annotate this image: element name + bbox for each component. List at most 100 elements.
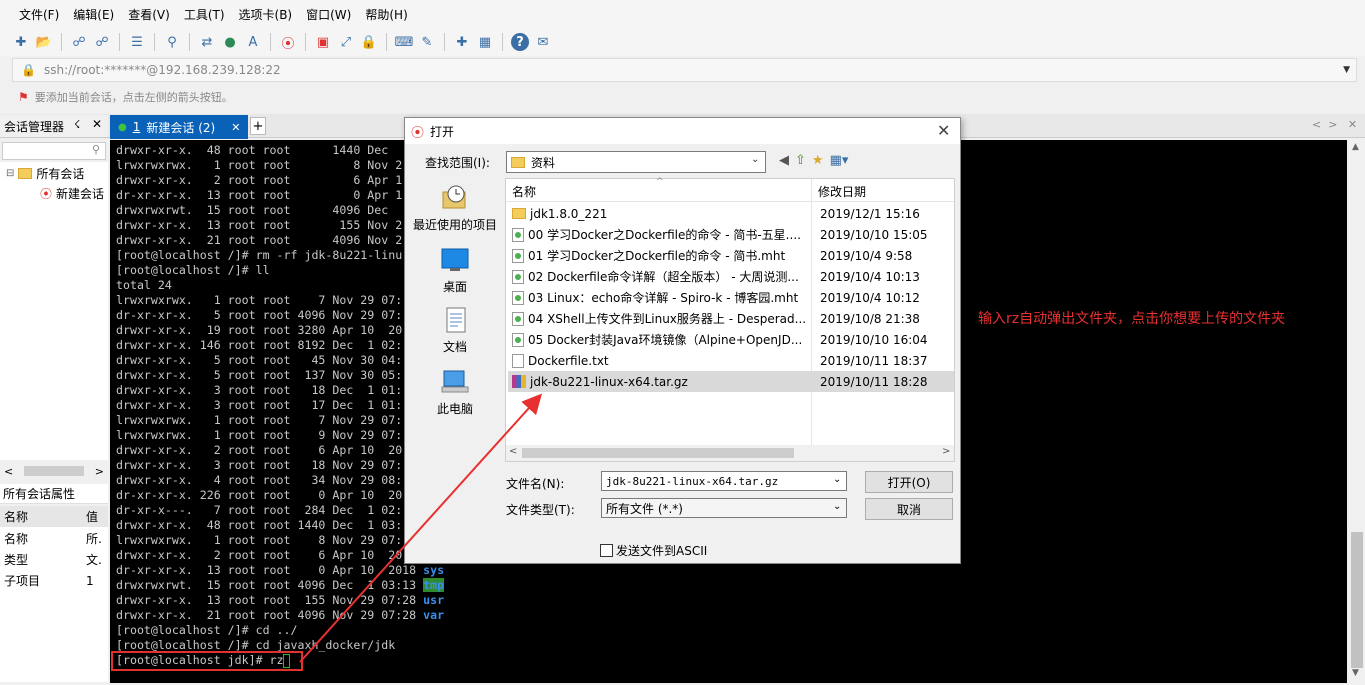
- scrollbar-thumb[interactable]: [24, 466, 84, 476]
- file-row[interactable]: 00 学习Docker之Dockerfile的命令 - 简书-五星.... 201…: [508, 224, 954, 245]
- tab-close-icon[interactable]: ✕: [231, 121, 240, 134]
- column-header-name[interactable]: 名称: [512, 183, 536, 200]
- chevron-down-icon[interactable]: ⌄: [833, 501, 841, 512]
- menu-item[interactable]: 帮助(H): [358, 6, 414, 23]
- properties-icon[interactable]: ☰: [128, 33, 146, 51]
- back-icon[interactable]: ◀: [779, 153, 789, 168]
- file-row[interactable]: 03 Linux：echo命令详解 - Spiro-k - 博客园.mht 201…: [508, 287, 954, 308]
- terminal-line-text: drwxr-xr-x. 3 root root 17 Dec 1 01:: [116, 398, 403, 412]
- toolbar-separator: [270, 33, 271, 51]
- tab-index: 1: [132, 120, 141, 134]
- tree-item-new-session[interactable]: ⦿ 新建会话: [40, 185, 104, 202]
- highlight-icon[interactable]: ✎: [418, 33, 436, 51]
- lock-icon[interactable]: 🔒: [360, 33, 378, 51]
- open-folder-icon[interactable]: 📂: [35, 33, 53, 51]
- new-session-icon[interactable]: ✚: [12, 33, 30, 51]
- place-desktop[interactable]: 桌面: [409, 246, 501, 295]
- column-header-date[interactable]: 修改日期: [818, 183, 866, 200]
- chevron-down-icon[interactable]: ⌄: [833, 474, 841, 485]
- view-menu-icon[interactable]: ▦▾: [830, 153, 849, 168]
- directory-name: tmp: [423, 578, 445, 592]
- menu-item[interactable]: 选项卡(B): [232, 6, 300, 23]
- address-dropdown-icon[interactable]: ▼: [1343, 65, 1350, 75]
- globe-icon[interactable]: ●: [221, 33, 239, 51]
- menu-item[interactable]: 文件(F): [12, 6, 66, 23]
- sort-arrow-icon: ^: [656, 177, 664, 187]
- help-icon[interactable]: ?: [511, 33, 529, 51]
- pin-icon[interactable]: ☇: [74, 118, 80, 131]
- file-row[interactable]: jdk1.8.0_221 2019/12/1 15:16: [508, 203, 954, 224]
- filename-input[interactable]: jdk-8u221-linux-x64.tar.gz: [601, 471, 847, 491]
- properties-header: 名称 值: [0, 506, 108, 527]
- up-folder-icon[interactable]: ⇧: [795, 153, 806, 168]
- add-tab-button[interactable]: +: [250, 117, 266, 135]
- file-row[interactable]: 01 学习Docker之Dockerfile的命令 - 简书.mht 2019/1…: [508, 245, 954, 266]
- scrollbar-thumb[interactable]: [1351, 532, 1363, 668]
- file-row[interactable]: 04 XShell上传文件到Linux服务器上 - Desperad... 201…: [508, 308, 954, 329]
- close-icon[interactable]: ✕: [92, 117, 102, 131]
- tab-new-session[interactable]: ● 1 新建会话 (2) ✕: [110, 115, 248, 139]
- scrollbar-thumb[interactable]: [522, 448, 794, 458]
- menu-item[interactable]: 查看(V): [121, 6, 177, 23]
- toolbar-separator: [305, 33, 306, 51]
- file-row[interactable]: 05 Docker封装Java环境镜像（Alpine+OpenJD... 2019…: [508, 329, 954, 350]
- keyboard-icon[interactable]: ⌨: [395, 33, 414, 51]
- toolbar-separator: [61, 33, 62, 51]
- tree-item-all-sessions[interactable]: ⊟ 所有会话: [6, 165, 84, 182]
- checkbox-box[interactable]: [600, 544, 613, 557]
- session-tree-scrollbar[interactable]: < >: [0, 462, 108, 480]
- menu-item[interactable]: 编辑(E): [66, 6, 121, 23]
- tab-nav-arrows[interactable]: < > ✕: [1312, 118, 1357, 131]
- scroll-right-icon[interactable]: >: [942, 446, 950, 457]
- look-in-select[interactable]: 资料: [506, 151, 766, 173]
- new-folder-icon[interactable]: ★: [812, 153, 824, 168]
- search-icon[interactable]: ⚲: [92, 143, 100, 156]
- scroll-left-icon[interactable]: <: [509, 446, 517, 457]
- session-search-input[interactable]: [2, 142, 106, 160]
- cancel-button[interactable]: 取消: [865, 498, 953, 520]
- close-icon[interactable]: ✕: [937, 121, 950, 140]
- bookmark-arrow-icon[interactable]: ⚑: [18, 90, 29, 104]
- terminal-line-text: drwxr-xr-x. 13 root root 155 Nov 2: [116, 218, 403, 232]
- xftp-icon[interactable]: ⦿: [279, 33, 297, 52]
- terminal-line-text: drwxr-xr-x. 5 root root 137 Nov 30 05:: [116, 368, 403, 382]
- send-ascii-checkbox[interactable]: 发送文件到ASCII: [600, 542, 707, 559]
- terminal-line-text: [root@localhost /]# ll: [116, 263, 270, 277]
- terminal-line-text: drwxr-xr-x. 2 root root 6 Apr 1: [116, 173, 403, 187]
- file-row[interactable]: 02 Dockerfile命令详解（超全版本） - 大周说测... 2019/10…: [508, 266, 954, 287]
- scroll-left-icon[interactable]: <: [4, 465, 13, 478]
- scroll-down-icon[interactable]: ▼: [1352, 668, 1359, 678]
- place-documents[interactable]: 文档: [409, 306, 501, 355]
- chevron-down-icon[interactable]: ⌄: [751, 154, 759, 165]
- xshell-icon[interactable]: ▣: [314, 33, 332, 51]
- collapse-icon[interactable]: ⊟: [6, 168, 14, 179]
- reconnect-icon[interactable]: ☍: [93, 33, 111, 51]
- chat-icon[interactable]: ✉: [534, 33, 552, 51]
- open-button[interactable]: 打开(O): [865, 471, 953, 493]
- menu-item[interactable]: 窗口(W): [299, 6, 358, 23]
- transfer-icon[interactable]: ⇄: [198, 33, 216, 51]
- scroll-right-icon[interactable]: >: [95, 465, 104, 478]
- terminal-scrollbar[interactable]: ▲ ▼: [1349, 140, 1365, 683]
- file-list-scrollbar[interactable]: < >: [506, 445, 954, 461]
- terminal-line-text: lrwxrwxrwx. 1 root root 7 Nov 29 07:: [116, 413, 403, 427]
- properties-table: 名称 值 名称 所. 类型 文. 子项目 1: [0, 506, 108, 682]
- font-icon[interactable]: A: [244, 33, 262, 51]
- filetype-select[interactable]: 所有文件 (*.*): [601, 498, 847, 518]
- new-tab-icon[interactable]: ✚: [453, 33, 471, 51]
- place-recent[interactable]: 最近使用的项目: [409, 184, 501, 233]
- address-bar[interactable]: 🔒 ssh://root:*******@192.168.239.128:22 …: [12, 58, 1357, 82]
- dialog-title: 打开: [430, 124, 455, 139]
- search-icon[interactable]: ⚲: [163, 33, 181, 51]
- disconnect-icon[interactable]: ☍: [70, 33, 88, 51]
- scroll-up-icon[interactable]: ▲: [1352, 142, 1359, 152]
- file-row[interactable]: jdk-8u221-linux-x64.tar.gz 2019/10/11 18:…: [508, 371, 954, 392]
- place-this-pc[interactable]: 此电脑: [409, 368, 501, 417]
- layout-icon[interactable]: ▦: [476, 33, 494, 51]
- file-row[interactable]: Dockerfile.txt 2019/10/11 18:37: [508, 350, 954, 371]
- terminal-line-text: drwxr-xr-x. 48 root root 1440 Dec 1 03:: [116, 518, 403, 532]
- folder-icon: [18, 168, 33, 179]
- fullscreen-icon[interactable]: ⤢: [337, 33, 355, 51]
- menu-item[interactable]: 工具(T): [177, 6, 232, 23]
- hint-text: 要添加当前会话，点击左侧的箭头按钮。: [34, 91, 233, 104]
